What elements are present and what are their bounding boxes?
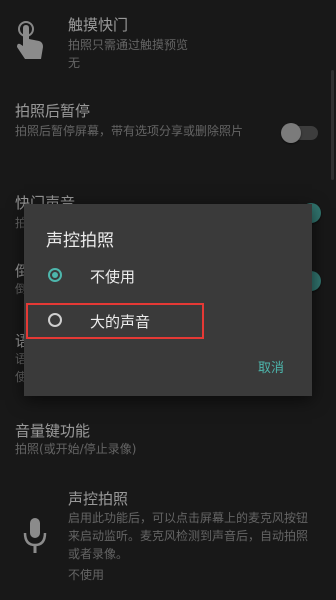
highlight-box [26,303,204,339]
radio-selected-icon[interactable] [48,268,62,282]
dialog-option-label: 不使用 [90,268,136,286]
cancel-button[interactable]: 取消 [258,357,284,376]
voice-control-dialog: 声控拍照 不使用 大的声音 取消 [24,204,312,396]
dialog-option-none[interactable]: 不使用 [24,256,312,296]
dialog-title: 声控拍照 [46,231,114,251]
